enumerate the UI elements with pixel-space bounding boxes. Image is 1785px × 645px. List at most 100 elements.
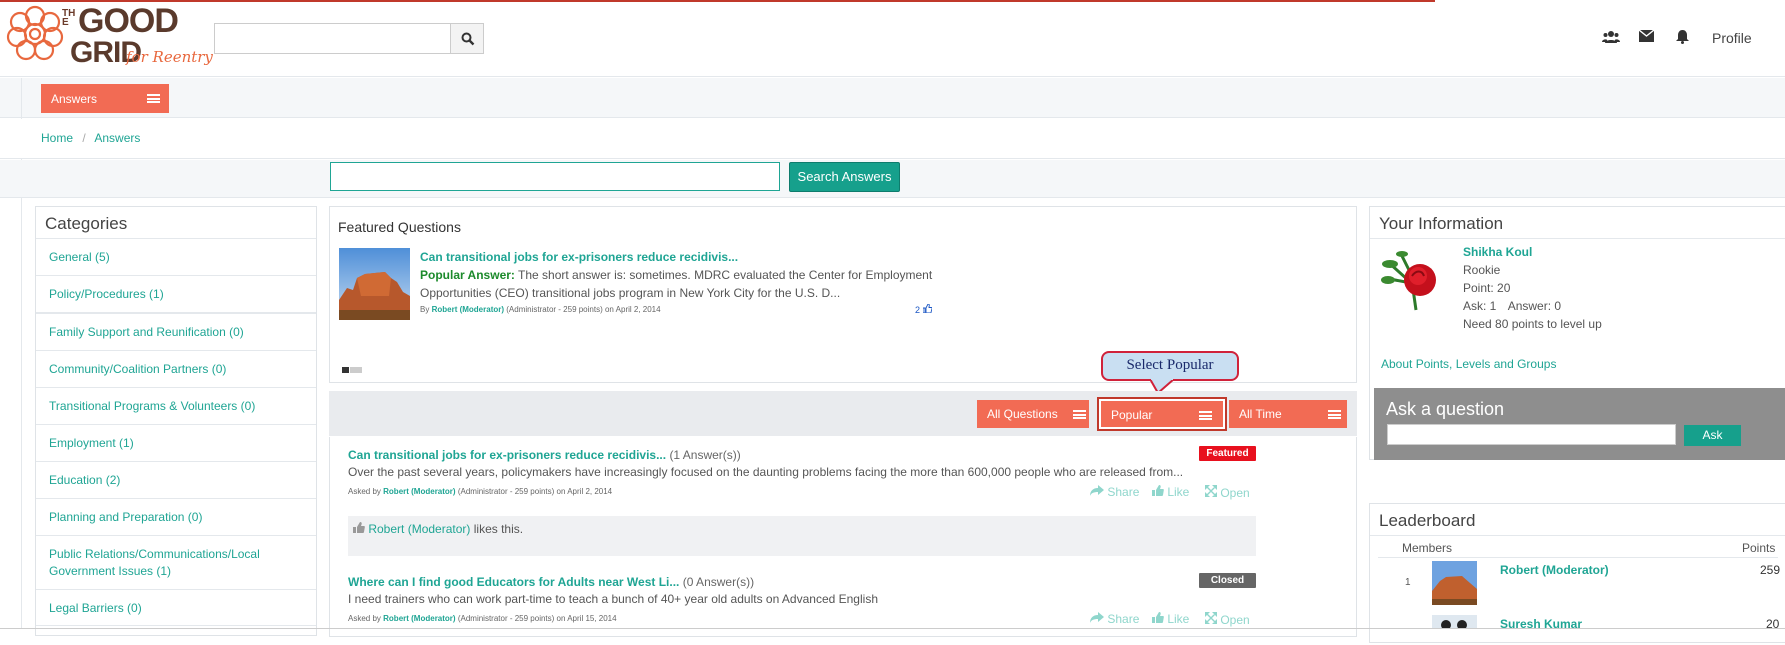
tab-popular-label: Popular [1111, 408, 1153, 422]
leader-name-link[interactable]: Robert (Moderator) [1500, 563, 1609, 577]
open-action[interactable]: Open [1204, 484, 1250, 500]
answers-menu-button[interactable]: Answers [41, 84, 169, 113]
carousel-dot-active[interactable] [342, 367, 349, 373]
breadcrumb: Home / Answers [41, 131, 140, 145]
logo-good: GOOD [78, 2, 179, 40]
featured-badge: Featured [1199, 446, 1256, 461]
question-byline: Asked by Robert (Moderator) (Administrat… [348, 614, 617, 623]
answer-text: The short answer is: sometimes. MDRC eva… [518, 268, 933, 282]
asked-by: Asked by [348, 487, 381, 496]
ask-question-title: Ask a question [1386, 399, 1505, 419]
header-search-button[interactable] [450, 23, 484, 54]
user-answer-count: Answer: 0 [1507, 299, 1562, 313]
question-meta: (Administrator - 259 points) on April 15… [457, 614, 617, 623]
bell-icon[interactable] [1676, 30, 1689, 47]
question-author[interactable]: Robert (Moderator) [383, 614, 455, 623]
your-information-title: Your Information [1370, 207, 1785, 239]
search-answers-input[interactable] [330, 162, 780, 191]
question-author[interactable]: Robert (Moderator) [383, 487, 455, 496]
user-ask-count: Ask: 1 [1463, 299, 1497, 313]
breadcrumb-separator: / [82, 131, 86, 145]
search-icon [461, 32, 475, 46]
category-item[interactable]: Planning and Preparation (0) [36, 499, 316, 536]
user-points: Point: 20 [1463, 281, 1511, 295]
thumbs-up-icon [353, 522, 365, 533]
nav-bar [0, 78, 1785, 118]
envelope-icon[interactable] [1638, 29, 1655, 45]
category-item[interactable]: Legal Barriers (0) [36, 590, 316, 626]
popular-answer-label: Popular Answer: [420, 268, 515, 282]
logo-tagline: for Reentry [126, 48, 213, 66]
featured-author[interactable]: Robert (Moderator) [432, 305, 504, 314]
user-name[interactable]: Shikha Koul [1463, 245, 1532, 259]
featured-likes[interactable]: 2 [915, 303, 933, 315]
category-item[interactable]: General (5) [36, 239, 316, 276]
leader-name[interactable]: Robert (Moderator) [1500, 563, 1609, 577]
categories-title: Categories [36, 207, 316, 239]
question-title[interactable]: Can transitional jobs for ex-prisoners r… [348, 448, 666, 462]
like-action[interactable]: Like [1152, 485, 1189, 499]
about-points-label[interactable]: About Points, Levels and Groups [1381, 357, 1556, 371]
user-name-link[interactable]: Shikha Koul [1463, 245, 1532, 259]
category-item[interactable]: Policy/Procedures (1) [36, 276, 316, 314]
breadcrumb-bar [0, 119, 1785, 159]
asked-by: Asked by [348, 614, 381, 623]
answer-count: (0 Answer(s)) [682, 575, 755, 589]
select-popular-callout: Select Popular [1101, 351, 1239, 381]
question-byline: Asked by Robert (Moderator) (Administrat… [348, 487, 612, 496]
logo-the: THE [62, 8, 76, 28]
tab-all-questions-label: All Questions [987, 407, 1058, 421]
share-action[interactable]: Share [1090, 485, 1139, 499]
user-avatar[interactable] [1378, 242, 1448, 312]
category-item[interactable]: Community/Coalition Partners (0) [36, 351, 316, 388]
logo-flower-icon[interactable] [6, 4, 64, 62]
leader-avatar[interactable] [1432, 561, 1477, 605]
header-search-input[interactable] [214, 23, 450, 54]
answers-menu-label: Answers [51, 92, 98, 106]
ask-button[interactable]: Ask [1684, 425, 1741, 446]
featured-question-title[interactable]: Can transitional jobs for ex-prisoners r… [420, 250, 738, 264]
question-title[interactable]: Where can I find good Educators for Adul… [348, 575, 679, 589]
breadcrumb-current[interactable]: Answers [94, 131, 140, 145]
liker-name[interactable]: Robert (Moderator) [368, 522, 470, 536]
user-rank: Rookie [1463, 263, 1501, 277]
leaderboard-divider [1378, 557, 1778, 558]
breadcrumb-home[interactable]: Home [41, 131, 73, 145]
likes-summary: Robert (Moderator) likes this. [353, 522, 523, 536]
expand-icon [1204, 611, 1218, 625]
likes-text: likes this. [473, 522, 524, 536]
featured-date: on April 2, 2014 [604, 305, 661, 314]
menu-icon [1199, 411, 1212, 420]
ask-question-input[interactable] [1387, 424, 1676, 445]
by-prefix: By [420, 305, 430, 314]
col-points: Points [1742, 541, 1776, 555]
users-icon[interactable] [1602, 30, 1620, 47]
leader-avatar[interactable] [1432, 615, 1477, 629]
profile-link[interactable]: Profile [1712, 30, 1752, 46]
user-stats: Ask: 1 Answer: 0 [1463, 299, 1561, 313]
tab-all-time[interactable]: All Time [1229, 400, 1347, 428]
about-points-link[interactable]: About Points, Levels and Groups [1381, 357, 1556, 371]
featured-thumbnail[interactable] [339, 248, 410, 320]
open-action[interactable]: Open [1204, 611, 1250, 627]
featured-title: Featured Questions [338, 219, 461, 235]
category-item[interactable]: Family Support and Reunification (0) [36, 314, 316, 351]
expand-icon [1204, 484, 1218, 498]
category-item[interactable]: Education (2) [36, 462, 316, 499]
category-item[interactable]: Transitional Programs & Volunteers (0) [36, 388, 316, 425]
tab-all-questions[interactable]: All Questions [977, 400, 1089, 428]
thumbs-up-icon [1152, 612, 1164, 623]
like-label: Like [1167, 485, 1190, 499]
category-item[interactable]: Employment (1) [36, 425, 316, 462]
top-accent-line [0, 0, 1435, 2]
like-label: Like [1167, 612, 1190, 626]
carousel-dot[interactable] [350, 367, 362, 373]
tab-popular[interactable]: Popular [1097, 397, 1227, 431]
leader-points: 259 [1760, 563, 1781, 577]
like-action[interactable]: Like [1152, 612, 1189, 626]
search-answers-button[interactable]: Search Answers [789, 162, 900, 192]
share-action[interactable]: Share [1090, 612, 1139, 626]
share-icon [1090, 612, 1104, 623]
open-label: Open [1220, 613, 1250, 627]
category-item[interactable]: Public Relations/Communications/Local Go… [36, 536, 316, 590]
